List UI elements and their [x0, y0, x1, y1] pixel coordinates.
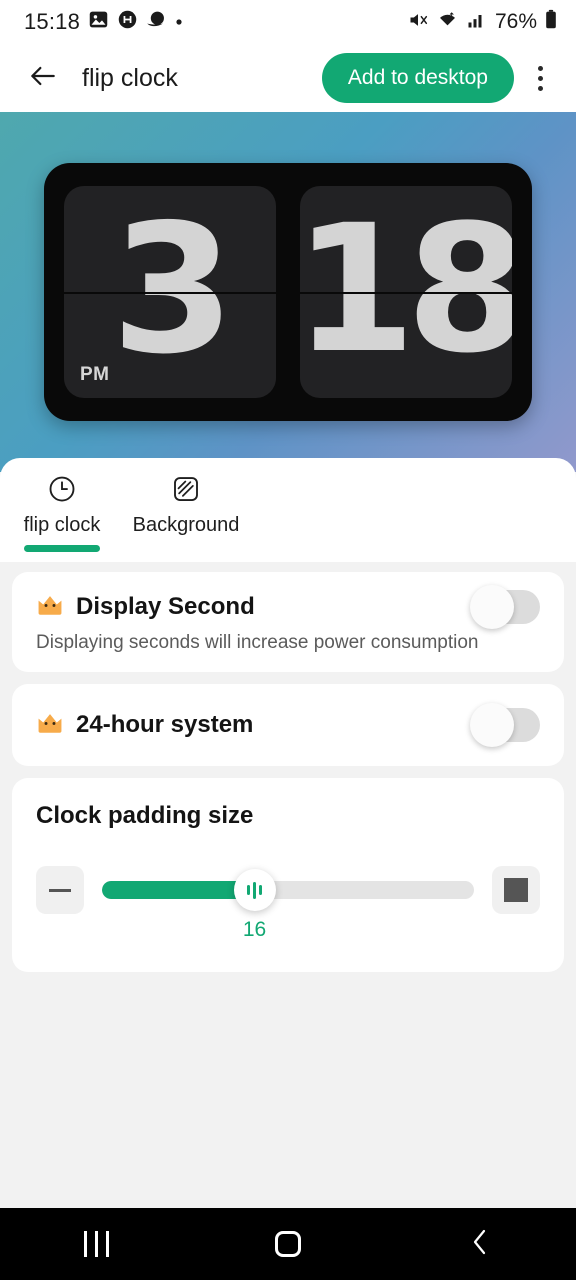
clock-padding-title: Clock padding size — [36, 802, 254, 829]
phone-screen: 15:18 76% flip clock Add to desktop 3 PM… — [0, 0, 576, 1280]
recents-icon — [83, 1231, 109, 1257]
toggle-knob — [470, 703, 514, 747]
crown-icon — [36, 710, 64, 741]
toggle-knob — [470, 585, 514, 629]
kebab-dot — [537, 75, 543, 81]
crown-icon — [36, 592, 64, 623]
setting-display-second: Display Second Displaying seconds will i… — [12, 572, 564, 672]
battery-icon — [544, 9, 558, 35]
clock-padding-stepper: 16 — [36, 866, 540, 941]
stripes-square-icon — [171, 472, 201, 506]
home-icon — [275, 1231, 301, 1257]
tab-bar: flip clock Background — [0, 458, 576, 562]
back-button[interactable] — [20, 55, 66, 101]
recents-button[interactable] — [36, 1208, 156, 1280]
slider-bars-icon — [259, 885, 263, 895]
display-second-row[interactable]: Display Second — [36, 585, 540, 629]
slider-thumb[interactable] — [233, 869, 276, 911]
meridiem-label: PM — [80, 364, 110, 385]
settings-list: Display Second Displaying seconds will i… — [0, 562, 576, 1208]
recents-bar — [94, 1231, 98, 1257]
minus-icon — [49, 888, 71, 892]
status-bar-left: 15:18 — [24, 9, 183, 35]
display-second-toggle[interactable] — [470, 585, 540, 629]
widget-preview[interactable]: 3 PM 18 — [0, 112, 576, 472]
tab-label: flip clock — [23, 514, 101, 536]
hour-digits: 3 — [111, 186, 235, 393]
card-split-line — [300, 292, 512, 294]
card-split-line — [64, 292, 276, 294]
slider-bars-icon — [253, 881, 257, 899]
hour-system-toggle[interactable] — [470, 703, 540, 747]
slider-value-label: 16 — [242, 918, 267, 941]
plus-icon — [504, 878, 528, 902]
recents-bar — [105, 1231, 109, 1257]
setting-title: 24-hour system — [76, 711, 254, 738]
clock-icon — [47, 472, 77, 506]
kebab-dot — [537, 85, 543, 91]
dot-icon — [175, 13, 183, 31]
tab-label: Background — [132, 514, 240, 536]
clock-padding-slider[interactable]: 16 — [102, 866, 474, 941]
home-button[interactable] — [228, 1208, 348, 1280]
setting-title: Display Second — [76, 593, 255, 620]
setting-subtitle: Displaying seconds will increase power c… — [36, 632, 479, 653]
setting-24-hour-system: 24-hour system — [12, 684, 564, 766]
system-nav-bar — [0, 1208, 576, 1280]
plus-vertical — [504, 878, 507, 902]
page-title: flip clock — [82, 63, 178, 92]
slider-fill — [102, 881, 255, 899]
tab-background[interactable]: Background — [124, 472, 248, 552]
kebab-dot — [537, 65, 543, 71]
hour-card: 3 PM — [64, 186, 276, 398]
slider-track — [102, 881, 474, 899]
more-vertical-icon[interactable] — [518, 53, 562, 103]
slider-bars-icon — [247, 885, 251, 895]
planet-icon — [146, 9, 167, 35]
plus-horizontal — [504, 878, 528, 881]
signal-icon — [466, 10, 486, 35]
status-bar-right: 76% — [407, 9, 558, 35]
minute-digits: 18 — [300, 187, 512, 392]
display-second-heading: Display Second — [36, 592, 255, 623]
recents-bar — [83, 1231, 87, 1257]
app-bar: flip clock Add to desktop — [0, 44, 576, 112]
arrow-left-icon — [27, 60, 59, 97]
hour-system-row[interactable]: 24-hour system — [36, 703, 540, 747]
app-badge-icon — [117, 9, 138, 35]
minute-card: 18 — [300, 186, 512, 398]
status-time: 15:18 — [24, 9, 81, 34]
back-chevron-icon — [467, 1227, 493, 1262]
battery-percent: 76% — [494, 10, 537, 33]
hour-system-heading: 24-hour system — [36, 710, 253, 741]
status-bar: 15:18 76% — [0, 0, 576, 44]
tab-flip-clock[interactable]: flip clock — [0, 472, 124, 552]
mute-icon — [407, 10, 429, 35]
flip-clock-frame: 3 PM 18 — [44, 163, 532, 421]
add-to-desktop-button[interactable]: Add to desktop — [321, 53, 514, 103]
decrease-padding-button[interactable] — [36, 866, 84, 914]
increase-padding-button[interactable] — [492, 866, 540, 914]
setting-clock-padding: Clock padding size 16 — [12, 778, 564, 972]
back-nav-button[interactable] — [420, 1208, 540, 1280]
image-icon — [88, 9, 109, 35]
wifi-icon — [436, 10, 459, 35]
tab-active-indicator — [24, 545, 100, 552]
